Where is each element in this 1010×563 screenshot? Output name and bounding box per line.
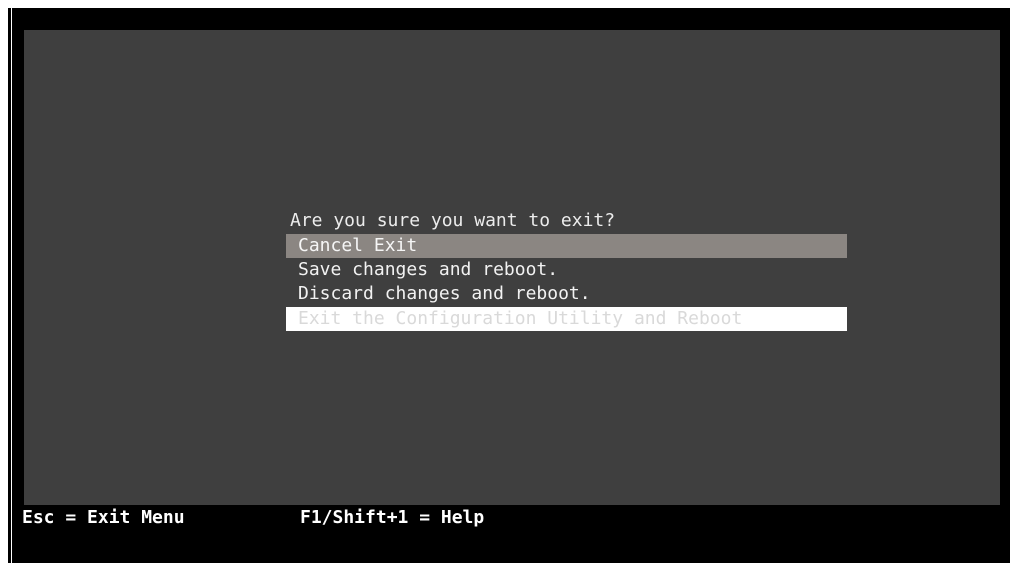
- esc-exit-menu-hint[interactable]: Esc = Exit Menu: [22, 505, 185, 531]
- bios-screen: Are you sure you want to exit? Cancel Ex…: [14, 8, 1010, 563]
- menu-item-save-and-reboot[interactable]: Save changes and reboot.: [286, 258, 847, 282]
- main-area: Are you sure you want to exit? Cancel Ex…: [24, 30, 1000, 505]
- menu-item-discard-and-reboot[interactable]: Discard changes and reboot.: [286, 282, 847, 306]
- status-bar: Esc = Exit Menu F1/Shift+1 = Help: [14, 505, 1010, 563]
- top-band: [14, 8, 1010, 30]
- left-border-line: [11, 8, 12, 563]
- menu-item-cancel-exit[interactable]: Cancel Exit: [286, 234, 847, 258]
- menu-item-exit-utility-and-reboot[interactable]: Exit the Configuration Utility and Reboo…: [286, 307, 847, 331]
- help-hint[interactable]: F1/Shift+1 = Help: [300, 505, 484, 531]
- exit-prompt: Are you sure you want to exit?: [290, 210, 616, 231]
